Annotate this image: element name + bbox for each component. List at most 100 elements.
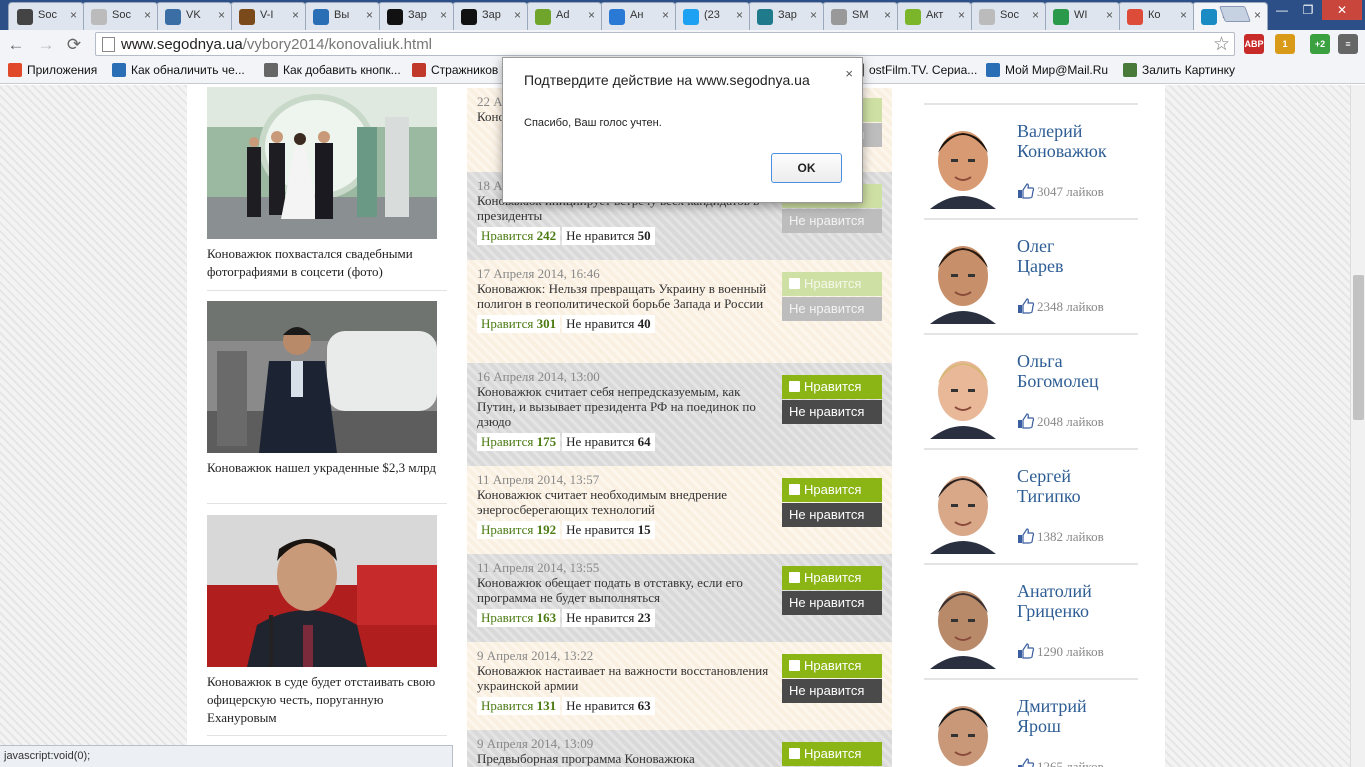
ok-button[interactable]: OK [771, 153, 842, 183]
dislike-button[interactable]: Не нравится [782, 591, 882, 615]
candidate-card[interactable]: Дмитрий Ярош 1265 лайков [924, 680, 1138, 767]
back-arrow-icon[interactable]: ← [6, 35, 26, 55]
dislike-button[interactable]: Не нравится [782, 400, 882, 424]
candidate-name[interactable]: Олег Царев [1017, 236, 1063, 276]
reload-icon[interactable]: ⟳ [64, 35, 84, 55]
dislike-button[interactable]: Не нравится [782, 209, 882, 233]
dislike-button[interactable]: Не нравится [782, 297, 882, 321]
bookmark-item[interactable]: Стражников [412, 63, 498, 81]
close-tab-icon[interactable]: × [292, 8, 299, 22]
bookmark-item[interactable]: Приложения [8, 63, 97, 81]
close-tab-icon[interactable]: × [736, 8, 743, 22]
close-tab-icon[interactable]: × [70, 8, 77, 22]
like-button[interactable]: Нравится [782, 272, 882, 296]
vertical-scrollbar[interactable] [1350, 85, 1365, 767]
like-button[interactable]: Нравится [782, 478, 882, 502]
like-thumb-icon[interactable] [1017, 298, 1035, 314]
candidate-photo[interactable] [924, 692, 1002, 767]
candidate-card[interactable]: Валерий Коноважюк 3047 лайков [924, 105, 1138, 220]
news-item[interactable]: Коноважюк в суде будет отстаивать свою о… [207, 515, 447, 727]
browser-tab[interactable]: Зар × [452, 2, 528, 30]
close-tab-icon[interactable]: × [1032, 8, 1039, 22]
close-tab-icon[interactable]: × [144, 8, 151, 22]
close-tab-icon[interactable]: × [1106, 8, 1113, 22]
bookmark-item[interactable]: Как обналичить че... [112, 63, 245, 81]
candidate-photo[interactable] [924, 117, 1002, 209]
entry-title[interactable]: Коноважюк считает себя непредсказуемым, … [477, 384, 777, 429]
browser-tab[interactable]: Ан × [600, 2, 676, 30]
browser-tab[interactable]: (23 × [674, 2, 750, 30]
like-thumb-icon[interactable] [1017, 528, 1035, 544]
close-tab-icon[interactable]: × [514, 8, 521, 22]
like-thumb-icon[interactable] [1017, 183, 1035, 199]
entry-title[interactable]: Коноважюк: Нельзя превращать Украину в в… [477, 281, 777, 311]
forward-arrow-icon[interactable]: → [36, 35, 56, 55]
new-tab-button[interactable] [1219, 6, 1251, 22]
close-window-icon[interactable]: ✕ [1322, 0, 1362, 20]
news-caption[interactable]: Коноважюк в суде будет отстаивать свою о… [207, 673, 447, 727]
news-item[interactable]: Коноважюк нашел украденные $2,3 млрд [207, 301, 447, 477]
maximize-icon[interactable]: ❐ [1296, 0, 1320, 20]
like-button[interactable]: Нравится [782, 654, 882, 678]
browser-tab[interactable]: Soc × [82, 2, 158, 30]
minimize-icon[interactable]: — [1270, 0, 1294, 20]
bookmark-item[interactable]: Залить Картинку [1123, 63, 1235, 81]
news-caption[interactable]: Коноважюк нашел украденные $2,3 млрд [207, 459, 447, 477]
entry-title[interactable]: Коноважюк настаивает на важности восстан… [477, 663, 777, 693]
candidate-name[interactable]: Анатолий Гриценко [1017, 581, 1092, 621]
street-photo[interactable] [207, 301, 437, 453]
entry-title[interactable]: Коноважюк обещает подать в отставку, есл… [477, 575, 777, 605]
like-thumb-icon[interactable] [1017, 643, 1035, 659]
browser-tab[interactable]: Ко × [1118, 2, 1194, 30]
close-tab-icon[interactable]: × [440, 8, 447, 22]
like-thumb-icon[interactable] [1017, 413, 1035, 429]
candidate-card[interactable]: Олег Царев 2348 лайков [924, 220, 1138, 335]
bookmark-item[interactable]: Как добавить кнопк... [264, 63, 401, 81]
like-button[interactable]: Нравится [782, 375, 882, 399]
news-caption[interactable]: Коноважюк похвастался свадебными фотогра… [207, 245, 447, 281]
candidate-photo[interactable] [924, 577, 1002, 669]
like-button[interactable]: Нравится [782, 566, 882, 590]
browser-tab[interactable]: Вы × [304, 2, 380, 30]
dislike-button[interactable]: Не нравится [782, 679, 882, 703]
candidate-card[interactable]: Ольга Богомолец 2048 лайков [924, 335, 1138, 450]
browser-tab[interactable]: VK × [156, 2, 232, 30]
close-icon[interactable]: × [845, 66, 853, 81]
scrollbar-thumb[interactable] [1353, 275, 1364, 420]
candidate-photo[interactable] [924, 232, 1002, 324]
browser-tab[interactable]: Soc × [970, 2, 1046, 30]
close-tab-icon[interactable]: × [1254, 8, 1261, 22]
browser-tab[interactable]: SM × [822, 2, 898, 30]
extension-icon[interactable]: +2 [1310, 34, 1330, 54]
browser-tab[interactable]: Акт × [896, 2, 972, 30]
like-button[interactable]: Нравится [782, 742, 882, 766]
candidate-card[interactable]: Анатолий Гриценко 1290 лайков [924, 565, 1138, 680]
close-tab-icon[interactable]: × [884, 8, 891, 22]
extension-icon[interactable]: ABP [1244, 34, 1264, 54]
close-tab-icon[interactable]: × [958, 8, 965, 22]
candidate-card[interactable]: Сергей Тигипко 1382 лайков [924, 450, 1138, 565]
like-thumb-icon[interactable] [1017, 758, 1035, 767]
browser-tab[interactable]: V-I × [230, 2, 306, 30]
entry-title[interactable]: Предвыборная программа Коноважюка [477, 751, 777, 766]
close-tab-icon[interactable]: × [588, 8, 595, 22]
candidate-photo[interactable] [924, 462, 1002, 554]
wedding-photo[interactable] [207, 87, 437, 239]
candidate-name[interactable]: Валерий Коноважюк [1017, 121, 1107, 161]
candidate-name[interactable]: Сергей Тигипко [1017, 466, 1081, 506]
candidate-photo[interactable] [924, 347, 1002, 439]
close-tab-icon[interactable]: × [218, 8, 225, 22]
bookmark-star-icon[interactable]: ☆ [1213, 33, 1230, 56]
browser-tab[interactable]: Soc × [8, 2, 84, 30]
extension-icon[interactable]: 1 [1275, 34, 1295, 54]
close-tab-icon[interactable]: × [810, 8, 817, 22]
browser-tab[interactable]: Зар × [378, 2, 454, 30]
press-conference-photo[interactable] [207, 515, 437, 667]
bookmark-item[interactable]: ostFilm.TV. Сериа... [850, 63, 977, 81]
close-tab-icon[interactable]: × [662, 8, 669, 22]
address-bar[interactable]: www.segodnya.ua/vybory2014/konovaliuk.ht… [95, 32, 1235, 56]
candidate-name[interactable]: Дмитрий Ярош [1017, 696, 1087, 736]
news-item[interactable]: Коноважюк похвастался свадебными фотогра… [207, 87, 447, 281]
dislike-button[interactable]: Не нравится [782, 503, 882, 527]
candidate-name[interactable]: Ольга Богомолец [1017, 351, 1099, 391]
